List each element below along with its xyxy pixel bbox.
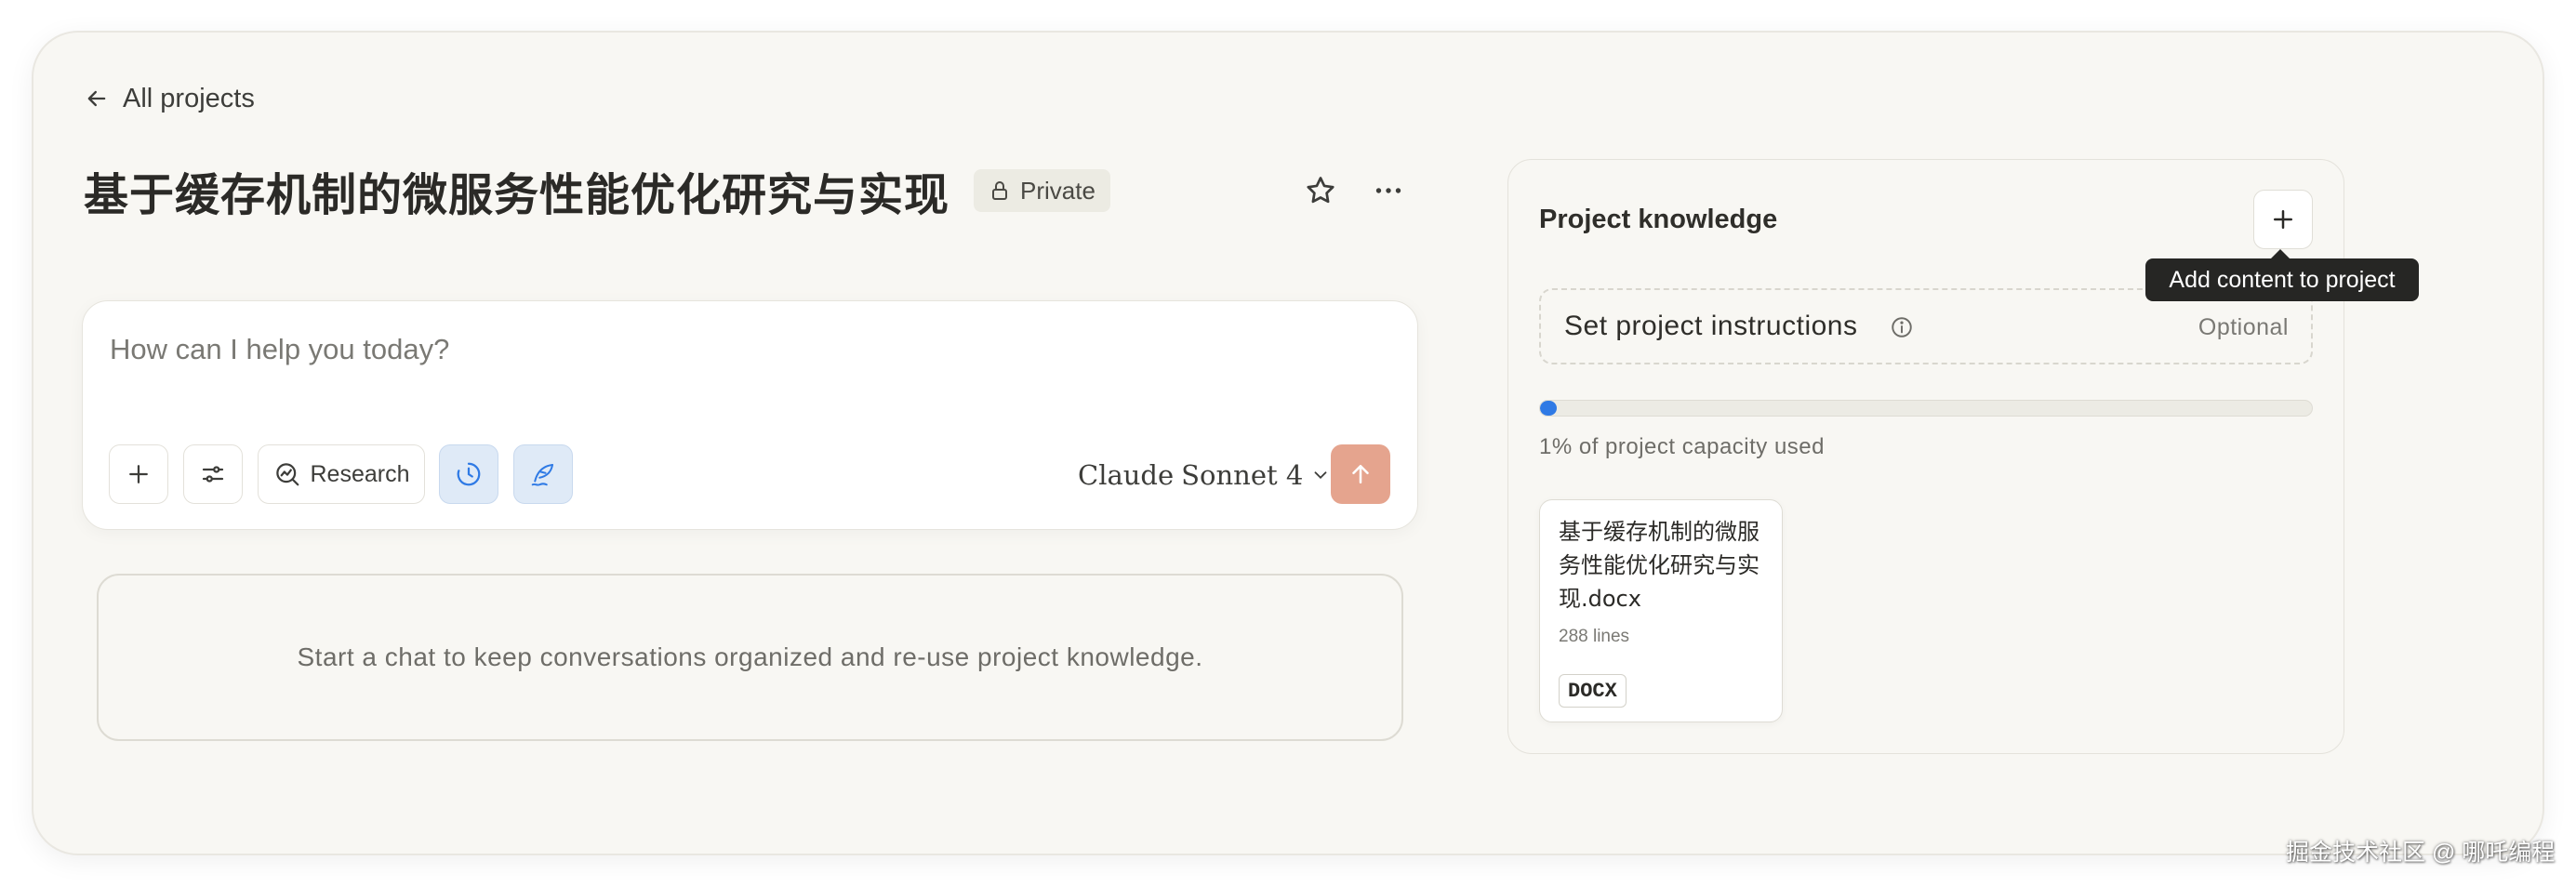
tools-settings-button[interactable] xyxy=(183,444,243,504)
star-icon xyxy=(1307,177,1334,204)
file-line-count: 288 lines xyxy=(1559,627,1630,646)
chevron-down-icon xyxy=(1314,471,1327,480)
capacity-text: 1% of project capacity used xyxy=(1539,434,1825,459)
all-projects-link[interactable]: All projects xyxy=(84,80,255,117)
model-name: Sonnet 4 xyxy=(1181,459,1304,491)
project-knowledge-title: Project knowledge xyxy=(1539,205,1778,234)
file-name: 基于缓存机制的微服务性能优化研究与实现.docx xyxy=(1559,519,1759,612)
project-header: 基于缓存机制的微服务性能优化研究与实现 Private xyxy=(84,160,1110,221)
private-badge: Private xyxy=(974,169,1110,212)
plus-icon xyxy=(129,465,148,483)
optional-label: Optional xyxy=(2198,314,2289,340)
arrow-up-icon xyxy=(1352,465,1369,483)
arrow-left-icon xyxy=(87,90,106,107)
lock-icon xyxy=(992,181,1008,200)
chat-composer: How can I help you today? Research Claud… xyxy=(82,300,1418,530)
empty-chats-message: Start a chat to keep conversations organ… xyxy=(297,642,1203,671)
model-brand: Claude xyxy=(1078,459,1175,491)
extended-thinking-toggle[interactable] xyxy=(439,444,498,504)
more-options-button[interactable] xyxy=(1368,170,1409,211)
message-input[interactable]: How can I help you today? xyxy=(110,333,449,366)
quill-icon xyxy=(531,464,553,486)
plus-icon xyxy=(2274,210,2292,229)
project-knowledge-panel: Project knowledge Set project instructio… xyxy=(1507,159,2344,754)
capacity-progress-fill xyxy=(1540,401,1558,416)
star-button[interactable] xyxy=(1300,170,1341,211)
clock-icon xyxy=(457,462,481,486)
sliders-icon xyxy=(202,466,224,483)
model-selector[interactable]: Claude Sonnet 4 xyxy=(1078,456,1331,495)
research-icon xyxy=(275,463,299,486)
file-type-badge: DOCX xyxy=(1559,674,1627,708)
research-label: Research xyxy=(310,460,410,487)
instructions-label: Set project instructions xyxy=(1564,311,1858,341)
all-projects-label: All projects xyxy=(123,83,255,113)
private-badge-label: Private xyxy=(1020,176,1095,205)
page-title: 基于缓存机制的微服务性能优化研究与实现 xyxy=(84,169,950,221)
empty-chats-placeholder: Start a chat to keep conversations organ… xyxy=(97,574,1403,741)
add-content-tooltip: Add content to project xyxy=(2145,249,2419,301)
add-attachment-button[interactable] xyxy=(109,444,168,504)
add-content-button[interactable] xyxy=(2253,190,2313,249)
style-toggle[interactable] xyxy=(513,444,573,504)
capacity-progress-bar xyxy=(1539,400,2313,417)
info-icon[interactable] xyxy=(1890,315,1914,339)
watermark: 掘金技术社区 @ 哪吒编程 xyxy=(2286,840,2556,866)
more-horizontal-icon xyxy=(1375,188,1401,193)
file-card[interactable]: 基于缓存机制的微服务性能优化研究与实现.docx 288 lines DOCX xyxy=(1539,499,1783,722)
send-button[interactable] xyxy=(1331,444,1390,504)
research-button[interactable]: Research xyxy=(258,444,425,504)
